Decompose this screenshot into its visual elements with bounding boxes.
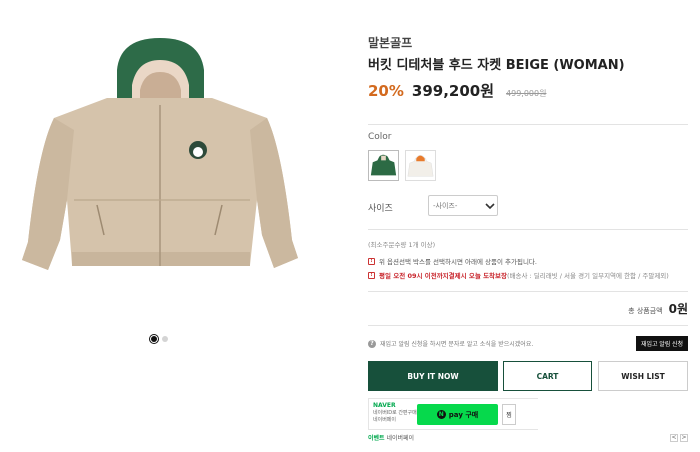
- naver-event-row: 이벤트 네이버페이 < >: [368, 433, 688, 442]
- divider: [368, 291, 688, 292]
- green-jacket-thumbnail: [370, 154, 397, 176]
- price-row: 20% 399,200원 499,000원: [368, 80, 546, 101]
- delivery-guarantee: 결제시 오늘 도착보장: [448, 272, 508, 280]
- product-image-area: [0, 0, 330, 360]
- product-jacket-image[interactable]: [12, 30, 312, 280]
- divider: [368, 229, 688, 230]
- naver-logo: NAVER: [373, 402, 396, 409]
- restock-alert-button[interactable]: 재입고 알림 신청: [636, 336, 688, 351]
- naver-event-text: 이벤트 네이버페이: [368, 433, 414, 442]
- color-swatch-white[interactable]: [405, 150, 436, 181]
- naver-n-icon: N: [436, 410, 446, 419]
- naver-desc-line1: 네이버ID로 간편구매: [373, 410, 417, 416]
- naver-pay-label: pay 구매: [448, 410, 479, 419]
- delivery-details: (배송사 : 딜리래빗 / 서울 경기 일부지역에 한함 / 주말제외): [507, 272, 669, 280]
- restock-row: ? 재입고 알림 신청을 하시면 문자로 알고 소식을 받으시겠어요. 재입고 …: [368, 336, 688, 351]
- restock-info-text: 재입고 알림 신청을 하시면 문자로 알고 소식을 받으시겠어요.: [380, 341, 534, 348]
- naver-description: 네이버ID로 간편구매 네이버페이: [373, 410, 417, 424]
- sale-price: 399,200원: [411, 82, 495, 100]
- color-label: Color: [368, 132, 392, 142]
- carousel-dot-2[interactable]: [162, 336, 168, 342]
- buy-now-button[interactable]: BUY IT NOW: [368, 361, 498, 391]
- original-price: 499,000원: [506, 89, 547, 98]
- size-label: 사이즈: [368, 204, 393, 214]
- size-select-value: -사이즈-: [433, 201, 458, 210]
- cart-button[interactable]: CART: [503, 361, 592, 391]
- info-icon: ?: [368, 339, 376, 348]
- total-value: 0원: [668, 302, 688, 316]
- brand-name: 말본골프: [368, 36, 413, 50]
- alert-icon: !: [368, 257, 375, 265]
- alert-icon: !: [368, 271, 375, 279]
- naver-desc-line2: 네이버페이: [373, 417, 397, 423]
- delivery-deadline: 평일 오전 09시 이전까지: [379, 272, 449, 280]
- white-jacket-thumbnail: [407, 154, 434, 177]
- total-price-row: 총 상품금액 0원: [368, 300, 688, 317]
- event-suffix: 네이버페이: [384, 435, 415, 442]
- pager-prev-button[interactable]: <: [670, 433, 678, 442]
- naver-pay-button[interactable]: N pay 구매: [417, 404, 498, 425]
- option-note-text: 위 옵션선택 박스를 선택하시면 아래에 상품이 추가됩니다.: [379, 258, 537, 266]
- restock-info: ? 재입고 알림 신청을 하시면 문자로 알고 소식을 받으시겠어요.: [368, 339, 533, 348]
- color-swatch-green[interactable]: [368, 150, 399, 181]
- product-title: 버킷 디테처블 후드 자켓 BEIGE (WOMAN): [368, 58, 625, 73]
- pager-next-button[interactable]: >: [680, 433, 688, 442]
- divider: [368, 124, 688, 125]
- min-order-text: (최소주문수량 1개 이상): [368, 241, 436, 249]
- option-note: ! 위 옵션선택 박스를 선택하시면 아래에 상품이 추가됩니다.: [368, 256, 537, 266]
- event-prefix[interactable]: 이벤트: [368, 435, 385, 442]
- carousel-dots: [151, 336, 168, 342]
- naver-jjim-button[interactable]: 찜: [502, 404, 516, 425]
- naver-pay-box: NAVER 네이버ID로 간편구매 네이버페이 N pay 구매 찜: [368, 398, 538, 430]
- wish-list-button[interactable]: WISH LIST: [598, 361, 688, 391]
- total-label: 총 상품금액: [628, 307, 663, 315]
- size-select[interactable]: -사이즈-: [428, 195, 498, 216]
- chevron-down-icon: [485, 202, 495, 209]
- carousel-dot-1[interactable]: [151, 336, 157, 342]
- delivery-note: ! 평일 오전 09시 이전까지 결제시 오늘 도착보장 (배송사 : 딜리래빗…: [368, 270, 669, 280]
- event-pager: < >: [670, 433, 688, 442]
- discount-rate: 20%: [368, 82, 404, 100]
- divider: [368, 325, 688, 326]
